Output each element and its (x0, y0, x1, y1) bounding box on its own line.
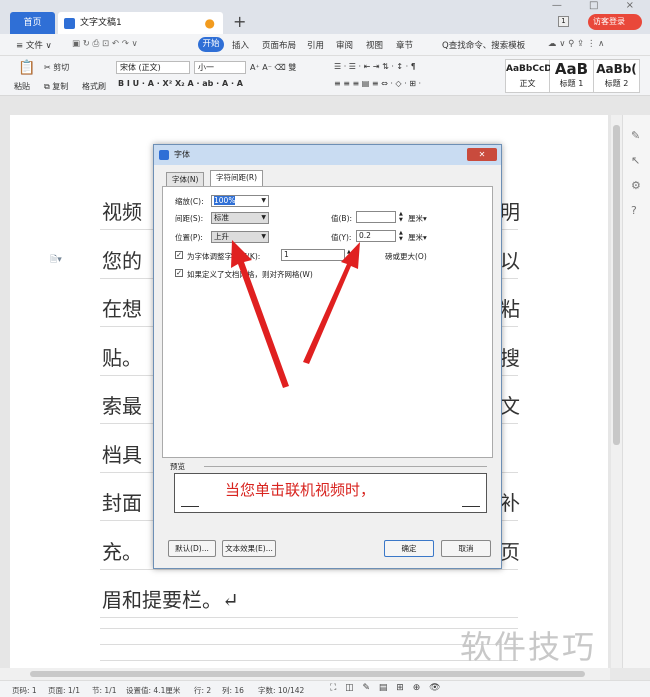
arrow-left-icon (231, 240, 289, 388)
arrow-right-icon (303, 242, 360, 364)
tab-character-spacing[interactable]: 字符间距(R) (210, 170, 264, 186)
annotation-arrows (231, 240, 360, 388)
watermark-text: 软件技巧 (460, 628, 597, 666)
